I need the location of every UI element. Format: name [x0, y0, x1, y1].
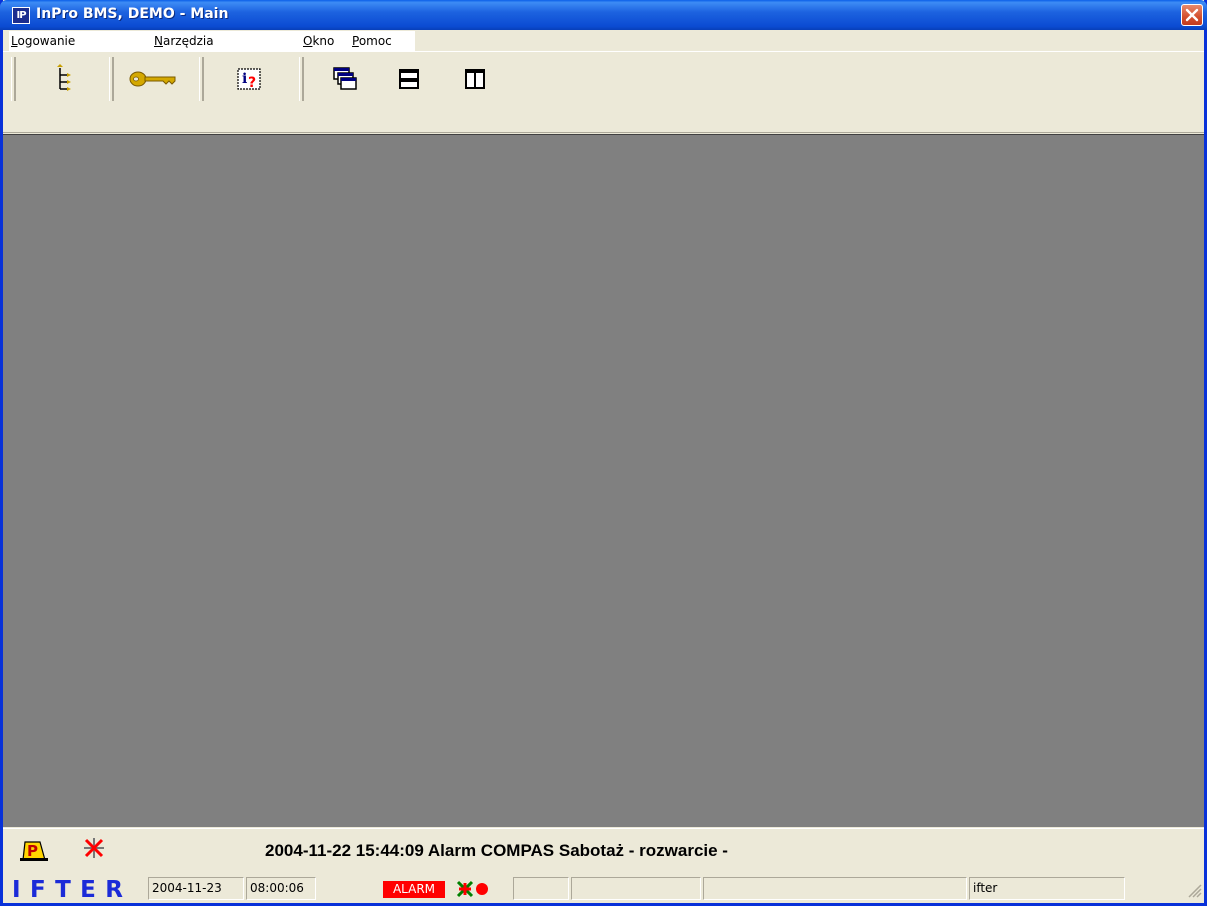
- status-user: ifter: [969, 877, 1125, 900]
- status-panel-empty: [571, 877, 701, 900]
- toolbar-grip[interactable]: [299, 57, 304, 101]
- status-date: 2004-11-23: [148, 877, 244, 900]
- menu-bar: Logowanie Narzędzia Okno Pomoc: [3, 30, 1204, 52]
- tile-horizontal-button[interactable]: [389, 59, 429, 99]
- info-help-icon: i ?: [237, 68, 261, 91]
- toolbar-grip[interactable]: [11, 57, 16, 101]
- status-panel-empty: [703, 877, 967, 900]
- toolbar-grip[interactable]: [199, 57, 204, 101]
- close-button[interactable]: [1181, 4, 1203, 26]
- status-indicator-dot: [476, 883, 488, 895]
- key-icon: [129, 71, 176, 87]
- acknowledge-alarm-button[interactable]: P: [20, 838, 48, 865]
- alarm-badge[interactable]: ALARM: [383, 881, 445, 898]
- acknowledge-alarm-icon: P: [20, 841, 48, 861]
- menu-logowanie[interactable]: Logowanie: [11, 34, 75, 48]
- svg-text:i: i: [242, 71, 247, 87]
- resize-grip-icon[interactable]: [1188, 884, 1202, 901]
- alarm-bar: P 2004-11-22 15:44:09 Alarm COMPAS Sabot…: [3, 828, 1204, 873]
- status-time: 08:00:06: [246, 877, 316, 900]
- status-bar: IFTER 2004-11-23 08:00:06 ALARM ifter: [3, 874, 1204, 903]
- toolbar-grip[interactable]: [109, 57, 114, 101]
- tree-view-button[interactable]: [45, 59, 85, 99]
- menu-narzedzia[interactable]: Narzędzia: [154, 34, 214, 48]
- tile-horizontal-icon: [399, 69, 419, 89]
- tile-vertical-button[interactable]: [455, 59, 495, 99]
- title-bar[interactable]: IP InPro BMS, DEMO - Main: [0, 0, 1207, 30]
- login-key-button[interactable]: [127, 59, 179, 99]
- mute-alarm-icon: [84, 838, 104, 858]
- status-panel-empty: [513, 877, 569, 900]
- window-title: InPro BMS, DEMO - Main: [36, 6, 229, 22]
- mdi-workspace[interactable]: [3, 134, 1204, 827]
- ifter-logo: IFTER: [12, 877, 127, 903]
- tree-view-icon: [57, 64, 71, 91]
- cascade-windows-button[interactable]: [325, 59, 365, 99]
- toolbar: i ?: [3, 53, 1204, 133]
- info-help-button[interactable]: i ?: [229, 59, 269, 99]
- svg-text:P: P: [27, 842, 38, 860]
- close-icon: [1185, 8, 1199, 22]
- menu-pomoc[interactable]: Pomoc: [352, 34, 392, 48]
- main-window: IP InPro BMS, DEMO - Main Logowanie Narz…: [0, 0, 1207, 906]
- connection-status-icon: [455, 879, 475, 902]
- mute-alarm-button[interactable]: [81, 835, 107, 864]
- menu-okno[interactable]: Okno: [303, 34, 334, 48]
- menu-area: Logowanie Narzędzia Okno Pomoc: [9, 31, 415, 51]
- svg-text:?: ?: [248, 75, 256, 91]
- tile-vertical-icon: [465, 69, 485, 89]
- svg-text:IFTER: IFTER: [12, 877, 124, 899]
- alarm-message: 2004-11-22 15:44:09 Alarm COMPAS Sabotaż…: [265, 841, 728, 860]
- cascade-windows-icon: [333, 67, 357, 90]
- toolbar-strip: i ?: [9, 54, 527, 132]
- app-icon[interactable]: IP: [12, 7, 30, 24]
